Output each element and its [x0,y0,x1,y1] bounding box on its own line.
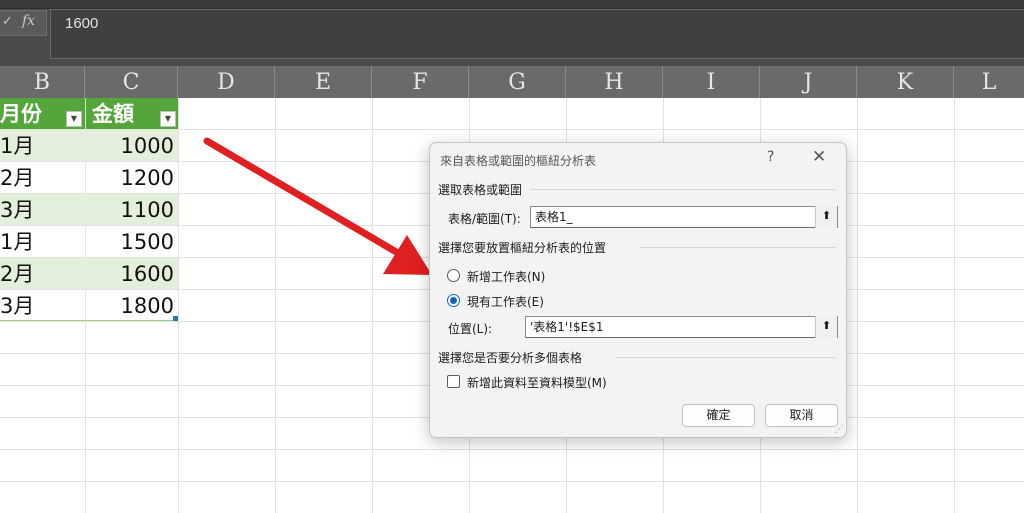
checkbox-data-model[interactable] [447,375,460,388]
location-picker-icon[interactable]: ⬆ [815,316,837,338]
section-select-range: 選取表格或範圍 [438,183,523,197]
range-label: 表格/範圍(T): [448,212,521,226]
data-model-label[interactable]: 新增此資料至資料模型(M) [467,374,607,391]
divider [616,357,836,358]
range-value: 表格1_ [535,210,573,224]
option-new-label[interactable]: 新增工作表(N) [467,268,545,285]
section-multiple-tables: 選擇您是否要分析多個表格 [438,351,583,365]
pivot-table-dialog: 來自表格或範圍的樞紐分析表 ? ✕ 選取表格或範圍 表格/範圍(T): 表格1_… [429,142,847,438]
divider [530,189,836,190]
radio-existing-worksheet[interactable] [447,294,460,307]
close-icon[interactable]: ✕ [812,147,826,167]
divider [640,247,836,248]
resize-grip-icon[interactable]: ⋰ [834,424,844,435]
range-input[interactable]: 表格1_ ⬆ [530,206,838,228]
help-icon[interactable]: ? [767,149,774,165]
radio-new-worksheet[interactable] [447,269,460,282]
location-label: 位置(L): [448,322,493,336]
cancel-button[interactable]: 取消 [765,404,838,427]
section-location: 選擇您要放置樞紐分析表的位置 [438,241,607,255]
location-value: '表格1'!$E$1 [530,320,604,334]
dialog-title: 來自表格或範圍的樞紐分析表 [440,154,597,168]
ok-button[interactable]: 確定 [682,404,755,427]
location-input[interactable]: '表格1'!$E$1 ⬆ [525,316,838,338]
option-existing-label[interactable]: 現有工作表(E) [467,293,544,310]
range-picker-icon[interactable]: ⬆ [815,206,837,228]
